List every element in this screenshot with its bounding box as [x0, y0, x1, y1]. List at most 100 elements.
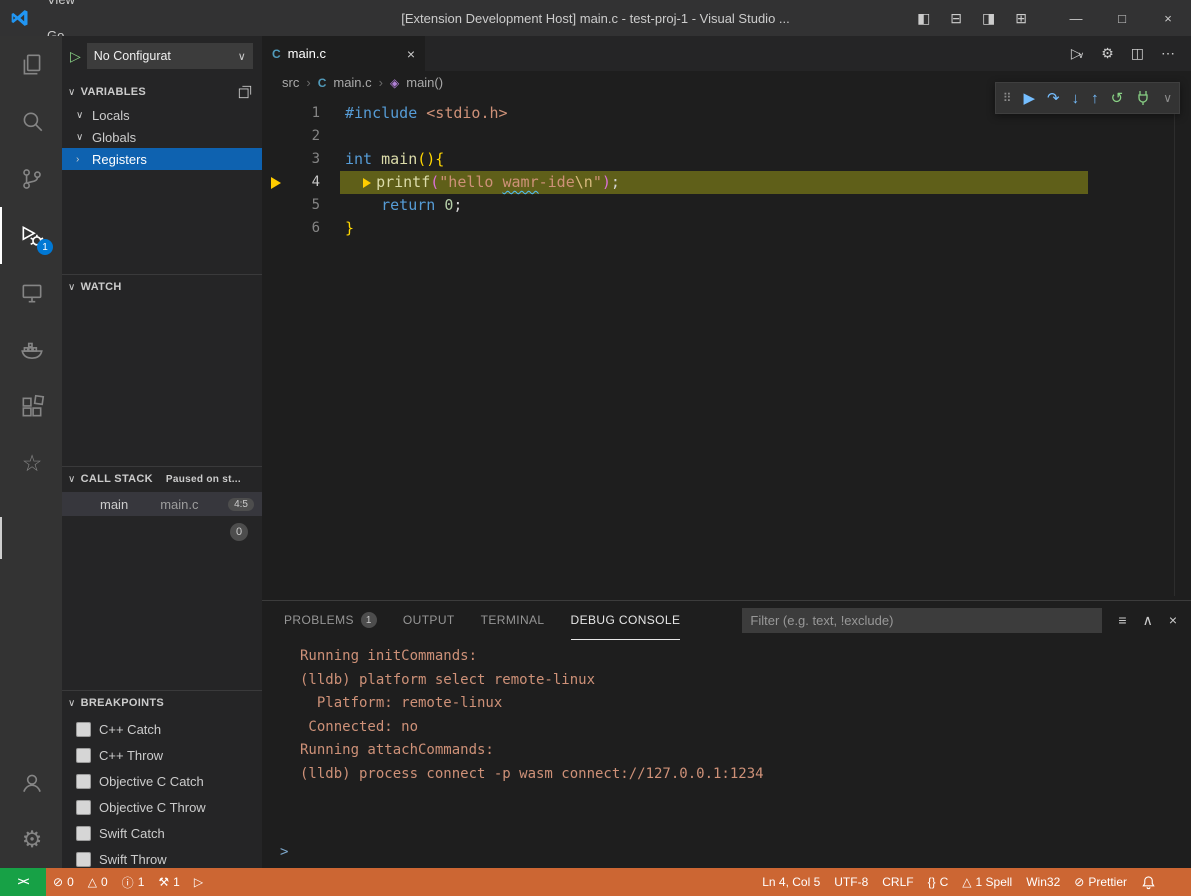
variables-item-locals[interactable]: ∨Locals: [62, 104, 262, 126]
sidebar-item-extensions[interactable]: [0, 378, 62, 435]
sidebar-item-run-and-debug[interactable]: 1: [0, 207, 62, 264]
code-line: 3int main(){: [262, 148, 1191, 171]
status-notifications[interactable]: [1134, 868, 1163, 896]
checkbox[interactable]: [76, 852, 91, 867]
minimize-button[interactable]: —: [1053, 0, 1099, 36]
customize-layout-icon[interactable]: ⊞: [1015, 10, 1027, 27]
drag-handle-icon[interactable]: ⠿: [1003, 92, 1012, 104]
remote-icon: ><: [18, 876, 29, 888]
code-line: 4 printf("hello wamr-ide\n");: [262, 171, 1191, 194]
warnings-icon: △: [88, 875, 97, 889]
panel-tab-debug-console[interactable]: DEBUG CONSOLE: [571, 601, 681, 640]
step-into-icon[interactable]: ↓: [1072, 91, 1080, 106]
run-or-debug-button[interactable]: ▷∨: [1071, 45, 1084, 62]
close-panel-icon[interactable]: ×: [1169, 612, 1177, 629]
settings-button[interactable]: ⚙: [0, 811, 62, 868]
breadcrumb-item-file[interactable]: main.c: [333, 75, 371, 90]
toggle-secondary-sidebar-icon[interactable]: ◨: [982, 10, 995, 27]
panel-tab-output[interactable]: OUTPUT: [403, 601, 455, 640]
breakpoint-item-swift-catch[interactable]: Swift Catch: [62, 820, 262, 846]
remote-indicator[interactable]: ><: [0, 868, 46, 896]
sidebar-item-remote-explorer[interactable]: [0, 264, 62, 321]
sash-indicator: [0, 517, 2, 559]
call-stack-section-header[interactable]: ∨ CALL STACK Paused on st...: [62, 466, 262, 491]
status-eol[interactable]: CRLF: [875, 868, 920, 896]
status-prettier[interactable]: ⊘Prettier: [1067, 868, 1134, 896]
breakpoints-section-header[interactable]: ∨ BREAKPOINTS: [62, 690, 262, 715]
variables-item-globals[interactable]: ∨Globals: [62, 126, 262, 148]
sidebar-item-docker[interactable]: [0, 321, 62, 378]
step-over-icon[interactable]: ↷: [1047, 91, 1060, 106]
status-language-mode[interactable]: {}C: [921, 868, 956, 896]
continue-icon[interactable]: ▶: [1024, 91, 1036, 106]
close-tab-icon[interactable]: ×: [407, 46, 415, 62]
dropdown-caret-icon[interactable]: ∨: [1163, 92, 1172, 104]
status-infos[interactable]: ⓘ1: [115, 868, 152, 896]
sidebar-item-search[interactable]: [0, 93, 62, 150]
sidebar-item-explorer[interactable]: [0, 36, 62, 93]
status-errors[interactable]: ⊘0: [46, 868, 81, 896]
code-editor[interactable]: 1#include <stdio.h>23int main(){4 printf…: [262, 94, 1191, 240]
breadcrumb-item-src[interactable]: src: [282, 75, 299, 90]
toggle-panel-icon[interactable]: ⊟: [950, 10, 962, 27]
start-debugging-icon[interactable]: ▷: [70, 48, 81, 65]
checkbox[interactable]: [76, 774, 91, 789]
step-out-icon[interactable]: ↑: [1091, 91, 1099, 106]
call-stack-frame[interactable]: main main.c 4:5: [62, 492, 262, 516]
console-prompt[interactable]: >: [280, 844, 288, 860]
line-number: 3: [290, 148, 320, 171]
account-button[interactable]: [0, 754, 62, 811]
menu-view[interactable]: View: [38, 0, 109, 18]
breakpoint-item-c-catch[interactable]: C++ Catch: [62, 716, 262, 742]
debug-toolbar: ⠿ ▶ ↷ ↓ ↑ ↺ ∨: [995, 82, 1180, 114]
disconnect-icon[interactable]: [1135, 90, 1151, 106]
call-stack-status: Paused on st...: [166, 474, 241, 485]
maximize-panel-icon[interactable]: ∧: [1143, 612, 1153, 629]
breadcrumb-item-symbol[interactable]: main(): [406, 75, 443, 90]
watch-section-header[interactable]: ∨ WATCH: [62, 274, 262, 299]
console-filter-input[interactable]: [742, 608, 1102, 633]
docker-whale-icon: [19, 337, 45, 363]
more-actions-icon[interactable]: ⋯: [1161, 45, 1175, 62]
close-button[interactable]: ×: [1145, 0, 1191, 36]
debug-configuration-dropdown[interactable]: No Configurat ∨: [87, 43, 253, 69]
panel-header: PROBLEMS1 OUTPUT TERMINAL DEBUG CONSOLE ≡ ∧…: [262, 601, 1191, 639]
breakpoint-item-objective-c-catch[interactable]: Objective C Catch: [62, 768, 262, 794]
gear-icon[interactable]: ⚙: [1101, 45, 1114, 62]
checkbox[interactable]: [76, 722, 91, 737]
status-encoding[interactable]: UTF-8: [827, 868, 875, 896]
editor-scrollbar[interactable]: [1174, 96, 1175, 596]
sidebar-item-source-control[interactable]: [0, 150, 62, 207]
checkbox[interactable]: [76, 800, 91, 815]
status-warnings[interactable]: △0: [81, 868, 115, 896]
restart-icon[interactable]: ↺: [1111, 91, 1124, 106]
errors-icon: ⊘: [53, 875, 63, 889]
status-cursor-position[interactable]: Ln 4, Col 5: [755, 868, 827, 896]
status-platform[interactable]: Win32: [1019, 868, 1067, 896]
variables-section-header[interactable]: ∨ VARIABLES: [62, 80, 262, 104]
tab-main-c[interactable]: C main.c ×: [262, 36, 425, 71]
panel-tab-terminal[interactable]: TERMINAL: [481, 601, 545, 640]
editor-tab-bar: C main.c × ▷∨ ⚙ ◫ ⋯: [262, 36, 1191, 71]
breakpoint-item-c-throw[interactable]: C++ Throw: [62, 742, 262, 768]
line-number: 5: [290, 194, 320, 217]
maximize-button[interactable]: □: [1099, 0, 1145, 36]
panel-tab-problems[interactable]: PROBLEMS1: [284, 601, 377, 640]
chevron-down-icon: ∨: [68, 474, 76, 485]
checkbox[interactable]: [76, 748, 91, 763]
status-spell[interactable]: △1 Spell: [955, 868, 1019, 896]
variables-item-registers[interactable]: ›Registers: [62, 148, 262, 170]
toggle-primary-sidebar-icon[interactable]: ◧: [917, 10, 930, 27]
status-indicator[interactable]: ⚒1: [151, 868, 186, 896]
debug-console-output: Running initCommands:(lldb) platform sel…: [262, 639, 1191, 786]
chevron-right-icon: ›: [76, 154, 86, 165]
open-view-icon[interactable]: [238, 85, 252, 99]
status-debug[interactable]: ▷: [187, 868, 210, 896]
c-file-icon: C: [272, 47, 281, 61]
split-editor-icon[interactable]: ◫: [1131, 45, 1144, 62]
checkbox[interactable]: [76, 826, 91, 841]
sidebar-item-favorites[interactable]: ☆: [0, 435, 62, 492]
chevron-down-icon: ∨: [68, 698, 76, 709]
filter-menu-icon[interactable]: ≡: [1118, 612, 1126, 629]
breakpoint-item-objective-c-throw[interactable]: Objective C Throw: [62, 794, 262, 820]
